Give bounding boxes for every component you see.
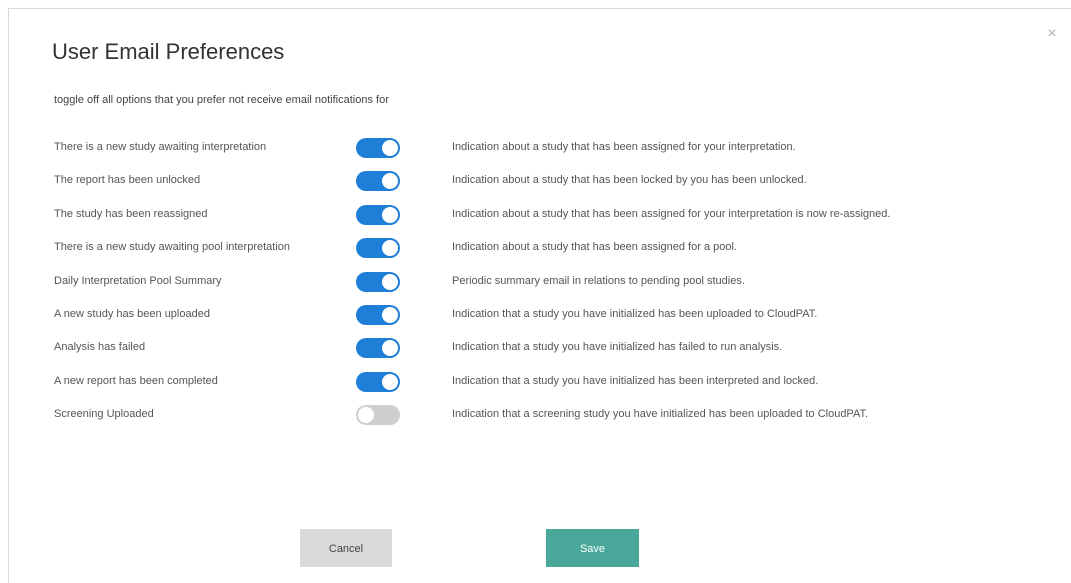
- preference-toggle[interactable]: [356, 304, 400, 325]
- toggle-knob: [382, 173, 398, 190]
- toggle-knob: [358, 407, 374, 424]
- toggle-knob: [382, 140, 398, 156]
- preference-list: There is a new study awaiting interpreta…: [54, 136, 1054, 437]
- dialog-subtitle: toggle off all options that you prefer n…: [54, 94, 389, 106]
- close-icon[interactable]: ×: [1044, 26, 1060, 42]
- preference-label: Daily Interpretation Pool Summary: [54, 274, 222, 287]
- cancel-button[interactable]: Cancel: [300, 529, 392, 567]
- toggle-knob: [382, 340, 398, 357]
- preference-description: Indication that a study you have initial…: [452, 307, 818, 320]
- preference-description: Indication that a screening study you ha…: [452, 408, 869, 421]
- preference-row: Daily Interpretation Pool Summary Period…: [54, 270, 1054, 303]
- dialog-title: User Email Preferences: [52, 39, 285, 64]
- preference-row: There is a new study awaiting interpreta…: [54, 136, 1054, 169]
- preference-row: Analysis has failed Indication that a st…: [54, 336, 1054, 369]
- preference-toggle[interactable]: [356, 405, 400, 426]
- preference-label: The study has been reassigned: [54, 207, 208, 220]
- preference-description: Indication about a study that has been a…: [452, 241, 737, 254]
- preference-label: There is a new study awaiting pool inter…: [54, 241, 291, 254]
- toggle-knob: [382, 273, 398, 290]
- preference-description: Periodic summary email in relations to p…: [452, 274, 745, 287]
- toggle-knob: [382, 240, 398, 257]
- preference-label: A new study has been uploaded: [54, 307, 210, 320]
- preference-label: There is a new study awaiting interpreta…: [54, 141, 267, 153]
- save-button[interactable]: Save: [546, 529, 639, 567]
- preference-description: Indication about a study that has been a…: [452, 141, 796, 153]
- preference-toggle[interactable]: [356, 238, 400, 259]
- email-preferences-dialog: × User Email Preferences toggle off all …: [8, 8, 1071, 583]
- preference-label: The report has been unlocked: [54, 174, 201, 187]
- preference-toggle[interactable]: [356, 338, 400, 359]
- toggle-knob: [382, 306, 398, 323]
- preference-description: Indication that a study you have initial…: [452, 374, 819, 387]
- preference-toggle[interactable]: [356, 138, 400, 158]
- preference-toggle[interactable]: [356, 371, 400, 392]
- preference-row: The report has been unlocked Indication …: [54, 169, 1054, 202]
- preference-row: Screening Uploaded Indication that a scr…: [54, 403, 1054, 436]
- preference-row: The study has been reassigned Indication…: [54, 203, 1054, 236]
- toggle-knob: [382, 206, 398, 223]
- preference-toggle[interactable]: [356, 271, 400, 292]
- preference-description: Indication that a study you have initial…: [452, 341, 783, 354]
- preference-row: There is a new study awaiting pool inter…: [54, 236, 1054, 269]
- preference-label: Screening Uploaded: [54, 408, 154, 421]
- preference-row: A new report has been completed Indicati…: [54, 370, 1054, 403]
- preference-description: Indication about a study that has been l…: [452, 174, 807, 187]
- toggle-knob: [382, 373, 398, 390]
- preference-toggle[interactable]: [356, 171, 400, 192]
- preference-toggle[interactable]: [356, 204, 400, 225]
- preference-label: Analysis has failed: [54, 341, 146, 354]
- preference-label: A new report has been completed: [54, 374, 218, 387]
- preference-row: A new study has been uploaded Indication…: [54, 303, 1054, 336]
- preference-description: Indication about a study that has been a…: [452, 207, 891, 220]
